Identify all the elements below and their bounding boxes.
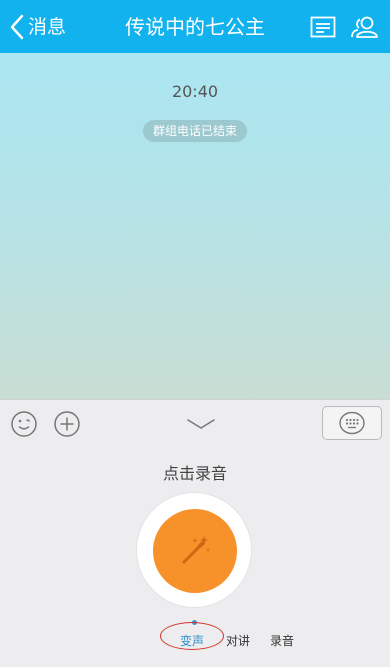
profile-card-button[interactable]: [307, 12, 339, 42]
mode-tab-record[interactable]: 录音: [270, 632, 294, 649]
system-notice-row: 群组电话已结束: [0, 120, 390, 142]
keyboard-icon: [339, 411, 365, 435]
back-button[interactable]: 消息: [8, 12, 66, 42]
back-label: 消息: [28, 16, 67, 38]
system-notice: 群组电话已结束: [142, 120, 247, 142]
magic-wand-icon: [182, 536, 210, 564]
profile-card-icon: [310, 16, 336, 38]
chevron-down-icon: [187, 419, 215, 429]
chat-screen: 消息 传说中的七公主 20:40 群组电话已结束 点击录音 变声 对讲 录音: [0, 0, 390, 667]
emoji-icon: [11, 411, 37, 437]
voice-input-panel: 点击录音 变声 对讲 录音: [0, 399, 390, 667]
collapse-panel-button[interactable]: [186, 410, 216, 438]
selected-mode-indicator: [192, 620, 197, 625]
plus-icon: [54, 411, 80, 437]
mode-tab-voice-change[interactable]: 变声: [180, 632, 204, 649]
group-members-button[interactable]: [348, 12, 382, 42]
emoji-button[interactable]: [10, 410, 38, 438]
message-timestamp: 20:40: [171, 82, 219, 101]
header-bar: 消息 传说中的七公主: [0, 0, 390, 53]
voice-change-record-button[interactable]: [153, 509, 237, 593]
group-members-icon: [351, 16, 378, 38]
keyboard-toggle-button[interactable]: [322, 406, 382, 440]
record-hint: 点击录音: [162, 464, 227, 483]
mode-tab-intercom[interactable]: 对讲: [226, 632, 250, 649]
chevron-left-icon: [10, 14, 24, 40]
add-more-button[interactable]: [53, 410, 81, 438]
chat-area[interactable]: 20:40 群组电话已结束: [0, 53, 390, 399]
